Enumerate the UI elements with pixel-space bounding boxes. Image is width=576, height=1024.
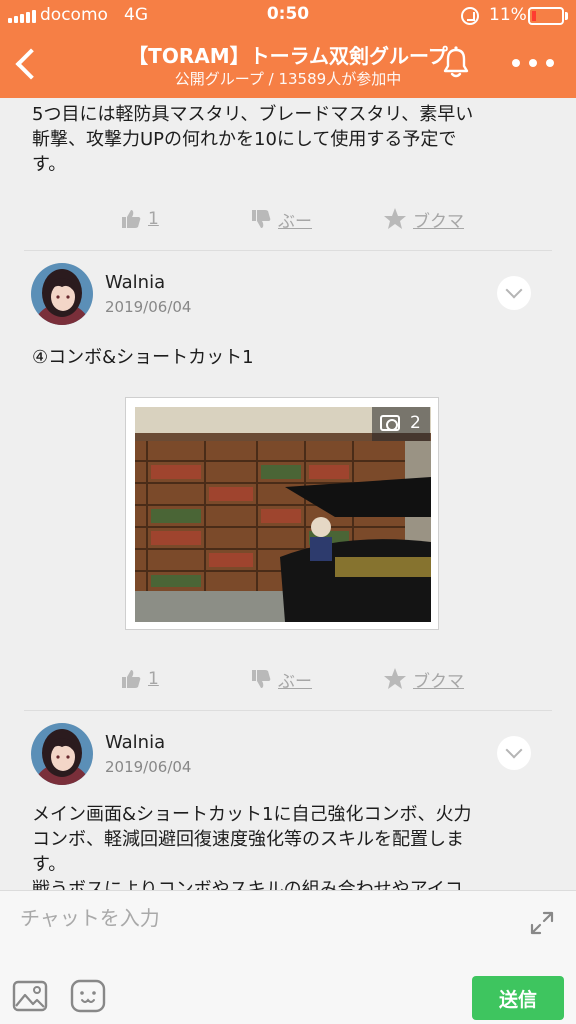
chevron-down-icon[interactable] bbox=[497, 736, 531, 770]
thumbs-up-icon bbox=[122, 670, 141, 688]
author-name[interactable]: Walnia bbox=[105, 272, 165, 293]
emoji-icon[interactable] bbox=[70, 979, 106, 1013]
star-icon bbox=[384, 208, 406, 229]
post-actions: 1 ぶー ブクマ bbox=[0, 665, 576, 693]
star-icon bbox=[384, 668, 406, 689]
battery-tip bbox=[565, 12, 568, 20]
message-list[interactable]: 5つ目には軽防具マスタリ、ブレードマスタリ、素早い 斬撃、攻撃力UPの何れかを1… bbox=[0, 98, 576, 890]
bookmark-label: ブクマ bbox=[413, 671, 464, 692]
avatar[interactable] bbox=[31, 263, 93, 325]
status-bar: docomo 4G 0:50 11% bbox=[0, 0, 576, 32]
dislike-label: ぶー bbox=[278, 211, 312, 232]
post-actions: 1 ぶー ブクマ bbox=[0, 205, 576, 233]
bookmark-button[interactable]: ブクマ bbox=[383, 665, 464, 693]
chat-input[interactable] bbox=[0, 891, 520, 945]
divider bbox=[24, 710, 552, 711]
camera-icon bbox=[380, 415, 400, 431]
post-line: す。 bbox=[32, 154, 67, 175]
rotation-lock-icon bbox=[461, 7, 479, 25]
more-icon[interactable] bbox=[512, 59, 554, 67]
post-body: 5つ目には軽防具マスタリ、ブレードマスタリ、素早い 斬撃、攻撃力UPの何れかを1… bbox=[32, 102, 473, 177]
post-line: コンボ、軽減回避回復速度強化等のスキルを配置しま bbox=[32, 829, 464, 850]
like-button[interactable]: 1 bbox=[120, 665, 159, 693]
thumbs-down-icon bbox=[252, 670, 271, 688]
post-date: 2019/06/04 bbox=[105, 758, 192, 776]
divider bbox=[24, 250, 552, 251]
post-line: 斬撃、攻撃力UPの何れかを10にして使用する予定で bbox=[32, 129, 457, 150]
image-icon[interactable] bbox=[12, 980, 48, 1012]
post-line: 5つ目には軽防具マスタリ、ブレードマスタリ、素早い bbox=[32, 104, 474, 125]
avatar[interactable] bbox=[31, 723, 93, 785]
bookmark-label: ブクマ bbox=[413, 211, 464, 232]
dislike-button[interactable]: ぶー bbox=[250, 205, 312, 233]
like-count: 1 bbox=[148, 209, 159, 229]
photo-count: 2 bbox=[410, 413, 421, 433]
photo-count-badge: 2 bbox=[372, 407, 430, 441]
post-line: す。 bbox=[32, 854, 67, 875]
chevron-down-icon[interactable] bbox=[497, 276, 531, 310]
post-body: メイン画面&ショートカット1に自己強化コンボ、火力 コンボ、軽減回避回復速度強化… bbox=[32, 802, 472, 890]
bookmark-button[interactable]: ブクマ bbox=[383, 205, 464, 233]
screen: docomo 4G 0:50 11% 【TORAM】トーラム双剣グループ 公開グ… bbox=[0, 0, 576, 1024]
post-body: ④コンボ&ショートカット1 bbox=[32, 345, 254, 370]
composer: 送信 bbox=[0, 890, 576, 1024]
back-icon[interactable] bbox=[14, 48, 36, 80]
expand-icon[interactable] bbox=[528, 909, 556, 937]
dislike-button[interactable]: ぶー bbox=[250, 665, 312, 693]
dislike-label: ぶー bbox=[278, 671, 312, 692]
send-button[interactable]: 送信 bbox=[472, 976, 564, 1020]
post-line: ④コンボ&ショートカット1 bbox=[32, 347, 254, 368]
thumbs-down-icon bbox=[252, 210, 271, 228]
thumbs-up-icon bbox=[122, 210, 141, 228]
bell-icon[interactable] bbox=[439, 44, 473, 80]
like-count: 1 bbox=[148, 669, 159, 689]
post-line: メイン画面&ショートカット1に自己強化コンボ、火力 bbox=[32, 804, 472, 825]
post-date: 2019/06/04 bbox=[105, 298, 192, 316]
post-line: 戦うボスによりコンボやスキルの組み合わせやアイコ bbox=[32, 879, 463, 890]
battery-percent: 11% bbox=[489, 5, 527, 25]
app-header: docomo 4G 0:50 11% 【TORAM】トーラム双剣グループ 公開グ… bbox=[0, 0, 576, 98]
author-name[interactable]: Walnia bbox=[105, 732, 165, 753]
like-button[interactable]: 1 bbox=[120, 205, 159, 233]
battery-icon bbox=[528, 7, 564, 25]
